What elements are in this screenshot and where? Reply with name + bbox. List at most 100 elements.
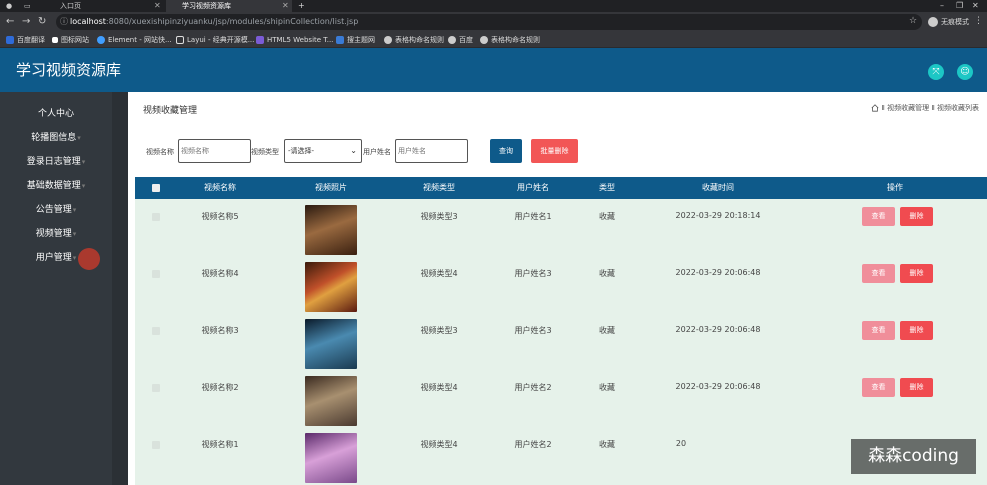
column-header: 操作 (887, 183, 903, 192)
video-name-label: 视频名称 (146, 148, 174, 156)
video-type-label: 视频类型 (251, 148, 279, 156)
back-icon[interactable]: ← (6, 16, 14, 28)
close-icon[interactable]: ✕ (154, 0, 161, 12)
bookmark-item[interactable]: 图标网站 (52, 34, 89, 46)
bookmark-item[interactable]: Layui - 经典开源模... (176, 34, 254, 46)
video-name-cell: 视频名称1 (201, 440, 239, 449)
sidebar-item-personal-center[interactable]: 个人中心 (0, 103, 112, 125)
sidebar-item-label: 用户管理 (35, 253, 72, 263)
breadcrumb: Ⅱ 视频收藏管理 Ⅱ 视频收藏列表 (871, 103, 979, 113)
bookmark-item[interactable]: 表格构命名规则 (384, 34, 444, 46)
sidebar-item-label: 登录日志管理 (26, 157, 81, 167)
globe-icon (480, 36, 488, 44)
home-icon[interactable] (871, 104, 879, 112)
minimize-icon[interactable]: – (940, 0, 944, 12)
main-content: 视频收藏管理 Ⅱ 视频收藏管理 Ⅱ 视频收藏列表 视频名称 视频类型 -请选择-… (128, 92, 987, 485)
bookmark-item[interactable]: Element - 网站快... (97, 34, 172, 46)
video-type-cell: 视频类型4 (420, 269, 458, 278)
more-menu-icon[interactable]: ⋮ (974, 16, 983, 26)
user-name-input[interactable] (395, 139, 468, 163)
video-thumbnail (305, 262, 357, 312)
table-row: 视频名称4 视频类型4 用户姓名3 收藏 2022-03-29 20:06:48… (135, 258, 987, 315)
video-name-cell: 视频名称2 (201, 383, 239, 392)
url-field[interactable]: ⓘ localhost:8080/xuexishipinziyuanku/jsp… (56, 14, 922, 30)
sidebar-item-notice[interactable]: 公告管理▾ (0, 199, 112, 221)
sidebar-item-label: 公告管理 (35, 205, 72, 215)
search-button[interactable]: 查询 (490, 139, 522, 163)
bookmark-item[interactable]: 百度 (448, 34, 473, 46)
view-button[interactable]: 查看 (862, 321, 895, 340)
bookmark-label: 表格构命名规则 (395, 36, 444, 44)
incognito-icon (928, 17, 938, 27)
incognito-profile[interactable]: 无痕模式 (928, 16, 969, 28)
kind-cell: 收藏 (599, 326, 615, 335)
chevron-down-icon: ▾ (81, 158, 86, 166)
row-checkbox[interactable] (152, 441, 160, 449)
row-checkbox[interactable] (152, 270, 160, 278)
sidebar-scroll-strip (112, 92, 128, 485)
new-tab-button[interactable]: + (298, 0, 305, 12)
view-button[interactable]: 查看 (862, 264, 895, 283)
user-name-cell: 用户姓名1 (514, 212, 552, 221)
sidebar-item-video[interactable]: 视频管理▾ (0, 223, 112, 245)
bookmark-label: 百度 (459, 36, 473, 44)
row-checkbox[interactable] (152, 213, 160, 221)
user-name-cell: 用户姓名2 (514, 383, 552, 392)
star-icon[interactable]: ☆ (909, 16, 917, 26)
browser-tab-active[interactable]: 学习视频资源库 (166, 0, 292, 12)
bookmark-item[interactable]: 百度翻译 (6, 34, 45, 46)
bookmark-item[interactable]: 搜主题网 (336, 34, 375, 46)
bookmark-item[interactable]: HTML5 Website T... (256, 34, 333, 46)
reload-icon[interactable]: ↻ (38, 16, 46, 28)
row-checkbox[interactable] (152, 327, 160, 335)
delete-button[interactable]: 删除 (900, 321, 933, 340)
table-row: 视频名称3 视频类型3 用户姓名3 收藏 2022-03-29 20:06:48… (135, 315, 987, 372)
table-row: 视频名称5 视频类型3 用户姓名1 收藏 2022-03-29 20:18:14… (135, 201, 987, 258)
column-header: 用户姓名 (517, 183, 549, 192)
kind-cell: 收藏 (599, 383, 615, 392)
bookmark-label: 搜主题网 (347, 36, 375, 44)
view-button[interactable]: 查看 (862, 378, 895, 397)
bookmarks-bar: 百度翻译 图标网站 Element - 网站快... Layui - 经典开源模… (0, 32, 987, 48)
sidebar-item-carousel[interactable]: 轮播图信息▾ (0, 127, 112, 149)
browser-tab-2[interactable]: ▭ (24, 0, 34, 12)
column-header: 视频类型 (423, 183, 455, 192)
browser-tab-1[interactable]: ● (6, 0, 16, 12)
chevron-down-icon: ⌄ (350, 146, 357, 155)
video-type-selected: -请选择- (288, 147, 315, 155)
fullscreen-icon[interactable]: ⤧ (928, 64, 944, 80)
close-window-icon[interactable]: ✕ (972, 0, 979, 12)
info-icon[interactable]: ⓘ (60, 14, 68, 30)
sidebar-item-label: 基础数据管理 (26, 181, 81, 191)
delete-button[interactable]: 删除 (900, 378, 933, 397)
browser-tab-3[interactable]: 入口页 (44, 0, 154, 12)
video-type-cell: 视频类型4 (420, 383, 458, 392)
user-name-cell: 用户姓名3 (514, 326, 552, 335)
view-button[interactable]: 查看 (862, 207, 895, 226)
column-header: 收藏时间 (702, 183, 734, 192)
page-title: 视频收藏管理 (143, 106, 198, 116)
sidebar-item-label: 轮播图信息 (31, 133, 77, 143)
delete-button[interactable]: 删除 (900, 207, 933, 226)
select-all-checkbox[interactable] (152, 184, 160, 192)
forward-icon[interactable]: → (22, 16, 30, 28)
collect-time-cell: 2022-03-29 20:18:14 (675, 211, 761, 220)
bookmark-item[interactable]: 表格构命名规则 (480, 34, 540, 46)
tab-label: 入口页 (60, 2, 81, 10)
delete-button[interactable]: 删除 (900, 264, 933, 283)
restore-icon[interactable]: ❐ (956, 0, 963, 12)
close-icon[interactable]: ✕ (282, 0, 289, 12)
row-checkbox[interactable] (152, 384, 160, 392)
video-type-select[interactable]: -请选择- ⌄ (284, 139, 362, 163)
bookmark-label: Layui - 经典开源模... (187, 36, 255, 44)
user-icon[interactable]: ☺ (957, 64, 973, 80)
video-name-input[interactable] (178, 139, 251, 163)
browser-tab-bar: ● ▭ 入口页 ✕ 学习视频资源库 ✕ + – ❐ ✕ (0, 0, 987, 12)
video-name-cell: 视频名称5 (201, 212, 239, 221)
breadcrumb-text[interactable]: Ⅱ 视频收藏管理 Ⅱ 视频收藏列表 (881, 104, 979, 112)
sidebar-item-login-log[interactable]: 登录日志管理▾ (0, 151, 112, 173)
bookmark-label: 图标网站 (61, 36, 89, 44)
batch-delete-button[interactable]: 批量删除 (531, 139, 578, 163)
sidebar-item-base-data[interactable]: 基础数据管理▾ (0, 175, 112, 197)
profile-label: 无痕模式 (941, 18, 969, 26)
